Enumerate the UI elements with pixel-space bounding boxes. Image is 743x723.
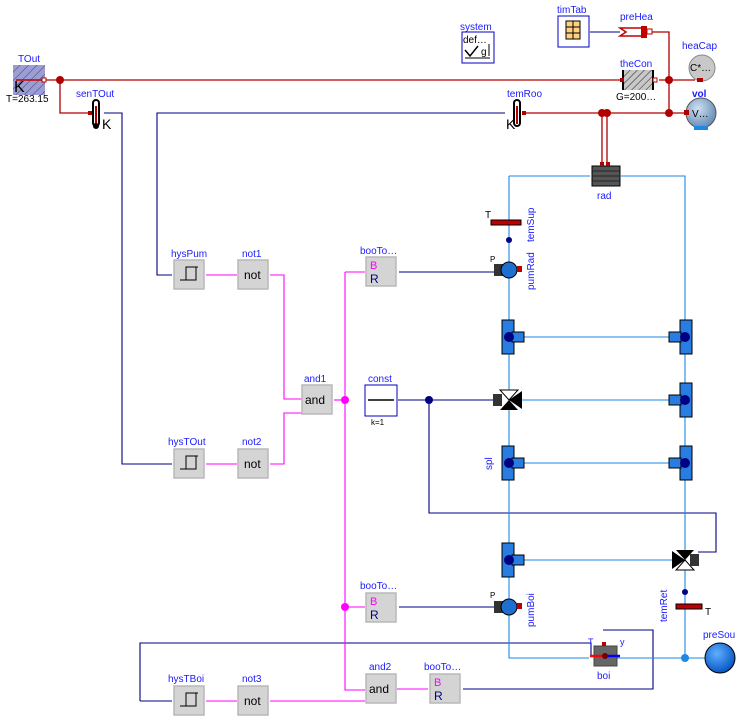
- svg-text:senTOut: senTOut: [76, 89, 114, 100]
- hysteresis-icon: [173, 259, 205, 290]
- svg-text:and: and: [369, 682, 389, 696]
- svg-text:and1: and1: [304, 374, 327, 385]
- svg-text:not: not: [244, 694, 261, 708]
- svg-text:hysTBoi: hysTBoi: [168, 674, 204, 685]
- svg-text:pumBoi: pumBoi: [526, 593, 537, 627]
- svg-text:not: not: [244, 268, 261, 282]
- real-signal-wires: [104, 31, 717, 702]
- svg-text:temRoo: temRoo: [507, 89, 542, 100]
- bootorea1-block[interactable]: booTo… B R: [360, 246, 397, 287]
- svg-text:booTo…: booTo…: [424, 662, 461, 673]
- prehea-component[interactable]: preHea: [617, 12, 653, 38]
- three-way-valve-return[interactable]: [672, 550, 699, 571]
- timtab-component[interactable]: timTab: [557, 5, 590, 48]
- svg-text:R: R: [434, 689, 443, 703]
- svg-text:y: y: [620, 637, 625, 647]
- svg-text:R: R: [370, 608, 379, 622]
- svg-text:hysTOut: hysTOut: [168, 437, 206, 448]
- svg-text:const: const: [368, 374, 392, 385]
- not1-block[interactable]: not1 not: [237, 249, 269, 290]
- and2-block[interactable]: and2 and: [365, 662, 397, 704]
- splitter-icon: [668, 319, 693, 355]
- rad-component[interactable]: rad: [591, 162, 621, 202]
- splitter-icon: [668, 445, 693, 481]
- heacap-component[interactable]: heaCap C*…: [682, 41, 717, 82]
- spl-label: spl: [484, 457, 495, 470]
- temsup-component[interactable]: T temSup: [485, 207, 537, 243]
- svg-text:booTo…: booTo…: [360, 246, 397, 257]
- svg-text:pumRad: pumRad: [526, 252, 537, 290]
- svg-text:g: g: [481, 47, 487, 58]
- and1-block[interactable]: and1 and: [301, 374, 333, 415]
- not3-block[interactable]: not3 not: [237, 674, 269, 716]
- svg-text:def…: def…: [463, 35, 487, 46]
- presou-component[interactable]: preSou: [703, 630, 736, 674]
- svg-text:P: P: [490, 591, 495, 600]
- splitter-icon: [501, 445, 525, 481]
- svg-text:G=200…: G=200…: [616, 92, 656, 103]
- svg-text:T: T: [485, 210, 491, 221]
- svg-text:not1: not1: [242, 249, 262, 260]
- boolean-wires: [206, 271, 428, 702]
- svg-text:B: B: [370, 596, 377, 608]
- svg-text:not3: not3: [242, 674, 262, 685]
- diagram-canvas: TOut K T=263.15 senTOut K system def… g …: [6, 5, 736, 716]
- temroo-component[interactable]: temRoo K: [506, 89, 542, 132]
- sentout-component[interactable]: senTOut K: [76, 89, 114, 132]
- svg-text:T: T: [588, 637, 594, 647]
- junction-dots: [56, 76, 689, 662]
- three-way-valve-supply[interactable]: [493, 389, 522, 410]
- pumrad-component[interactable]: P pumRad: [490, 252, 537, 290]
- svg-text:hysPum: hysPum: [171, 249, 207, 260]
- hystboi-block[interactable]: hysTBoi: [168, 674, 205, 716]
- svg-text:K: K: [102, 116, 112, 132]
- svg-text:K: K: [506, 116, 516, 132]
- svg-text:R: R: [370, 272, 379, 286]
- bootorea3-block[interactable]: booTo… B R: [424, 662, 461, 704]
- svg-text:not2: not2: [242, 437, 262, 448]
- tout-label: TOut: [18, 54, 40, 65]
- svg-text:theCon: theCon: [620, 59, 652, 70]
- svg-text:boi: boi: [597, 671, 610, 682]
- system-component[interactable]: system def… g: [460, 22, 495, 64]
- thecon-component[interactable]: theCon G=200…: [616, 59, 658, 103]
- svg-text:temSup: temSup: [526, 207, 537, 242]
- splitter-icon: [501, 319, 525, 355]
- svg-text:C*…: C*…: [690, 63, 711, 74]
- svg-text:not: not: [244, 457, 261, 471]
- svg-text:timTab: timTab: [557, 5, 587, 16]
- svg-text:k=1: k=1: [371, 418, 385, 427]
- hyspum-block[interactable]: hysPum: [171, 249, 207, 290]
- boi-component[interactable]: T y boi: [588, 637, 625, 682]
- pumboi-component[interactable]: P pumBoi: [490, 591, 537, 627]
- svg-text:B: B: [370, 260, 377, 272]
- not2-block[interactable]: not2 not: [237, 437, 269, 479]
- hystout-block[interactable]: hysTOut: [168, 437, 206, 479]
- svg-text:P: P: [490, 255, 495, 264]
- tout-parameter: T=263.15: [6, 94, 49, 105]
- svg-text:rad: rad: [597, 191, 611, 202]
- splitter-icon: [668, 382, 693, 418]
- svg-text:temRet: temRet: [659, 590, 670, 622]
- svg-text:booTo…: booTo…: [360, 581, 397, 592]
- svg-text:preHea: preHea: [620, 12, 653, 23]
- const-block[interactable]: const k=1: [364, 374, 398, 427]
- svg-text:and2: and2: [369, 662, 392, 673]
- tout-component[interactable]: TOut K T=263.15: [6, 54, 49, 105]
- bootorea2-block[interactable]: booTo… B R: [360, 581, 397, 623]
- svg-text:T: T: [705, 607, 711, 618]
- splitter-icon: [501, 542, 525, 578]
- svg-text:heaCap: heaCap: [682, 41, 717, 52]
- svg-text:system: system: [460, 22, 492, 33]
- svg-text:V…: V…: [692, 109, 709, 120]
- vol-component[interactable]: vol V…: [684, 89, 717, 130]
- svg-text:and: and: [305, 393, 325, 407]
- svg-text:B: B: [434, 677, 441, 689]
- heat-wires: [44, 31, 706, 168]
- splitters[interactable]: [501, 319, 693, 578]
- svg-text:preSou: preSou: [703, 630, 735, 641]
